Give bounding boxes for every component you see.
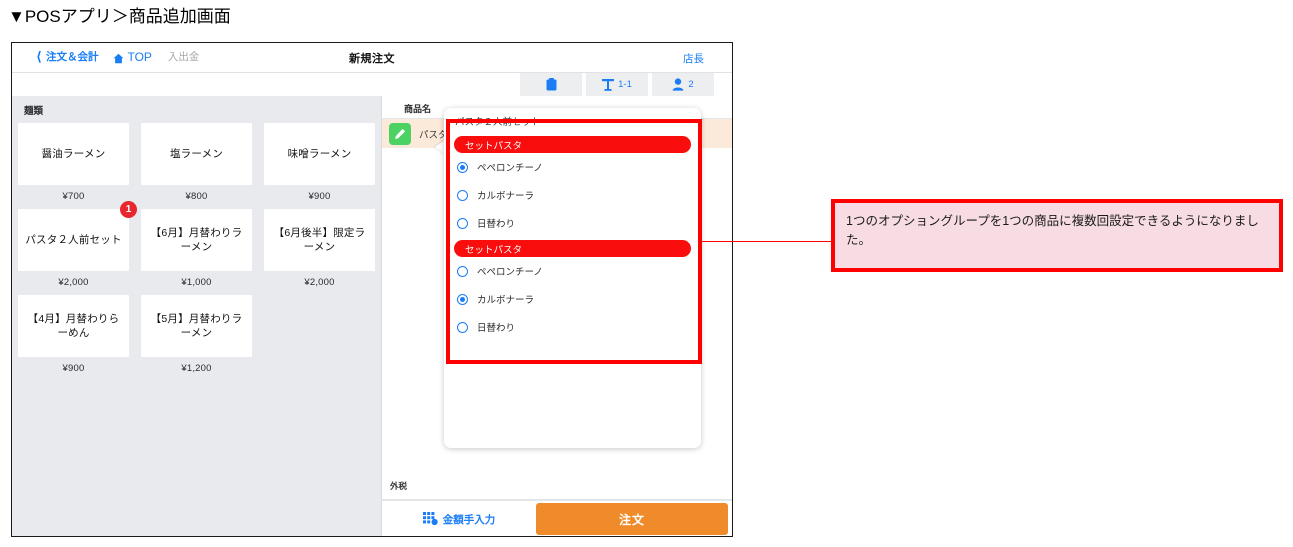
option-row[interactable]: ペペロンチーノ — [444, 257, 701, 285]
annotation-callout-text: 1つのオプショングループを1つの商品に複数回設定できるようになりました。 — [846, 214, 1259, 248]
option-label: カルボナーラ — [477, 295, 535, 306]
chip-person-label: 2 — [688, 79, 694, 90]
menu-item-name: パスタ２人前セット — [25, 233, 122, 246]
menu-item-price: ¥2,000 — [58, 277, 89, 288]
option-popup-title: パスタ２人前セット — [455, 117, 541, 128]
menu-cell: 1 パスタ２人前セット ¥2,000 — [12, 201, 137, 295]
menu-item-price: ¥900 — [62, 363, 85, 374]
menu-item-tile[interactable]: 醤油ラーメン — [18, 123, 129, 185]
radio-icon-selected[interactable] — [457, 161, 468, 173]
menu-item-price: ¥1,000 — [181, 277, 212, 288]
device-screenshot-frame: ⟨ 注文＆会計 TOP 入出金 新規注文 店長 1-1 2 麺類 醤油ラーメン … — [11, 42, 733, 537]
annotation-leader-line — [702, 241, 836, 242]
manual-amount-button[interactable]: 金額手入力 — [382, 501, 536, 536]
order-column-product-name: 商品名 — [404, 104, 432, 114]
option-label: ペペロンチーノ — [477, 163, 543, 174]
radio-icon[interactable] — [457, 321, 468, 333]
menu-cell: 【4月】月替わりらーめん ¥900 — [12, 295, 134, 381]
radio-icon[interactable] — [457, 189, 468, 201]
chip-table[interactable]: 1-1 — [586, 73, 648, 96]
menu-item-tile[interactable]: 【4月】月替わりらーめん — [18, 295, 129, 357]
menu-item-tile[interactable]: 【5月】月替わりラーメン — [141, 295, 252, 357]
menu-item-name: 【5月】月替わりラーメン — [150, 312, 243, 339]
menu-item-tile-empty — [264, 295, 375, 357]
menu-grid: 醤油ラーメン ¥700 塩ラーメン ¥800 味噌ラーメン ¥900 1 パスタ… — [12, 123, 380, 381]
menu-item-name: 醤油ラーメン — [41, 147, 106, 160]
menu-item-name: 味噌ラーメン — [287, 147, 352, 160]
radio-icon[interactable] — [457, 217, 468, 229]
screen-body: 麺類 醤油ラーメン ¥700 塩ラーメン ¥800 味噌ラーメン ¥900 1 … — [12, 96, 732, 536]
annotation-callout: 1つのオプショングループを1つの商品に複数回設定できるようになりました。 — [831, 199, 1283, 272]
chip-clipboard[interactable] — [520, 73, 582, 96]
radio-icon[interactable] — [457, 265, 468, 277]
tax-type-label: 外税 — [390, 481, 408, 491]
menu-item-badge: 1 — [120, 201, 137, 218]
menu-item-tile[interactable]: 味噌ラーメン — [264, 123, 375, 185]
menu-item-price: ¥700 — [62, 191, 85, 202]
pencil-icon[interactable] — [389, 123, 411, 145]
manual-amount-label: 金額手入力 — [442, 514, 496, 526]
option-group-header: セットパスタ — [454, 136, 691, 153]
option-label: 日替わり — [477, 323, 516, 334]
clipboard-icon — [546, 78, 557, 91]
menu-item-price — [264, 357, 375, 370]
option-label: カルボナーラ — [477, 191, 535, 202]
menu-cell — [258, 295, 380, 381]
menu-item-price: ¥2,000 — [304, 277, 335, 288]
option-label: 日替わり — [477, 219, 516, 230]
menu-item-name: 塩ラーメン — [169, 147, 224, 160]
submit-order-button[interactable]: 注文 — [536, 503, 728, 535]
menu-cell: 【6月後半】限定ラーメン ¥2,000 — [258, 209, 380, 295]
menu-item-price: ¥800 — [185, 191, 208, 202]
keypad-icon — [422, 511, 438, 528]
option-popup: パスタ２人前セット セットパスタ ペペロンチーノ カルボナーラ 日替わり セット… — [444, 108, 701, 448]
menu-item-tile[interactable]: 【6月】月替わりラーメン — [141, 209, 252, 271]
menu-item-price: ¥1,200 — [181, 363, 212, 374]
option-row[interactable]: カルボナーラ — [444, 285, 701, 313]
menu-item-tile[interactable]: 1 パスタ２人前セット — [18, 201, 137, 271]
chip-person[interactable]: 2 — [652, 73, 714, 96]
menu-item-name: 【4月】月替わりらーめん — [27, 312, 120, 339]
radio-icon-selected[interactable] — [457, 293, 468, 305]
option-label: ペペロンチーノ — [477, 267, 543, 278]
menu-item-tile[interactable]: 塩ラーメン — [141, 123, 252, 185]
menu-cell: 味噌ラーメン ¥900 — [258, 123, 380, 209]
menu-item-tile[interactable]: 【6月後半】限定ラーメン — [264, 209, 375, 271]
menu-cell: 【5月】月替わりラーメン ¥1,200 — [135, 295, 257, 381]
toolbar-strip: 1-1 2 — [12, 73, 732, 96]
table-icon — [602, 78, 615, 91]
option-group-header: セットパスタ — [454, 240, 691, 257]
menu-cell: 塩ラーメン ¥800 — [135, 123, 257, 209]
order-pane: 商品名 パスタ 外税 数量計 1 合計金額 ¥2,200 — [381, 96, 732, 536]
person-icon — [672, 78, 684, 91]
menu-pane: 麺類 醤油ラーメン ¥700 塩ラーメン ¥800 味噌ラーメン ¥900 1 … — [12, 96, 380, 536]
option-row[interactable]: ペペロンチーノ — [444, 153, 701, 181]
option-row[interactable]: 日替わり — [444, 209, 701, 237]
menu-item-name: 【6月後半】限定ラーメン — [273, 226, 366, 253]
order-action-bar: 金額手入力 注文 — [382, 500, 732, 536]
user-label[interactable]: 店長 — [683, 51, 704, 66]
menu-item-price: ¥900 — [308, 191, 331, 202]
chip-table-label: 1-1 — [618, 79, 632, 90]
menu-cell: 醤油ラーメン ¥700 — [12, 123, 134, 209]
option-row[interactable]: カルボナーラ — [444, 181, 701, 209]
menu-item-name: 【6月】月替わりラーメン — [150, 226, 243, 253]
option-row[interactable]: 日替わり — [444, 313, 701, 341]
menu-cell: 【6月】月替わりラーメン ¥1,000 — [135, 209, 257, 295]
page-title: 新規注文 — [349, 53, 395, 65]
menu-category-title: 麺類 — [24, 106, 44, 117]
app-navbar: ⟨ 注文＆会計 TOP 入出金 新規注文 店長 — [12, 43, 732, 73]
toolbar-chip-group: 1-1 2 — [520, 73, 714, 96]
page-caption: ▼POSアプリ＞商品追加画面 — [8, 7, 231, 26]
